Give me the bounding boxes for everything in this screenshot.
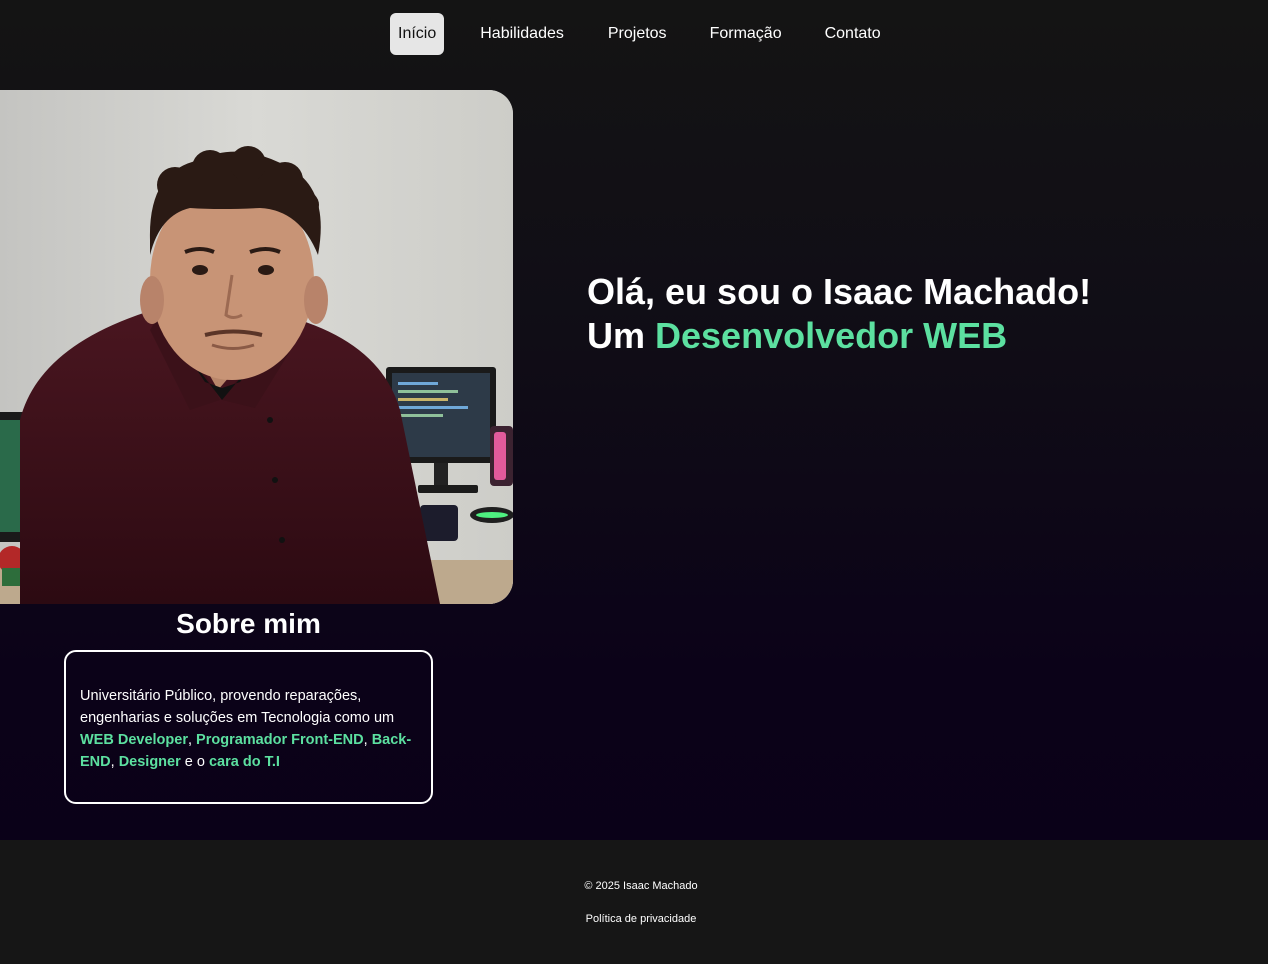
about-highlight-web-developer: WEB Developer <box>80 732 188 748</box>
nav-link-formacao[interactable]: Formação <box>703 13 789 55</box>
hero-role: Um Desenvolvedor WEB <box>587 314 1091 358</box>
about-card: Universitário Público, provendo reparaçõ… <box>64 650 433 804</box>
nav-link-contato[interactable]: Contato <box>818 13 888 55</box>
about-highlight-designer: Designer <box>118 754 181 770</box>
about-highlight-cara-do-ti: cara do T.I <box>208 754 280 770</box>
about-text: Universitário Público, provendo reparaçõ… <box>80 685 417 773</box>
nav-links: Início Habilidades Projetos Formação Con… <box>390 13 888 55</box>
about-separator: , <box>110 754 119 770</box>
hero-greeting: Olá, eu sou o Isaac Machado! <box>587 271 1092 312</box>
nav-link-projetos[interactable]: Projetos <box>601 13 674 55</box>
about-highlight-front-end: Programador Front-END <box>196 732 364 748</box>
page-footer <box>0 840 1268 964</box>
hero-role-accent: Desenvolvedor WEB <box>655 315 1008 356</box>
privacy-policy-link[interactable]: Política de privacidade <box>0 913 1268 925</box>
about-title: Sobre mim <box>176 608 321 639</box>
about-text-connector: e o <box>180 754 209 770</box>
about-separator: , <box>363 732 372 748</box>
about-text-intro: Universitário Público, provendo reparaçõ… <box>80 688 395 726</box>
nav-link-habilidades[interactable]: Habilidades <box>473 13 571 55</box>
nav-link-inicio[interactable]: Início <box>390 13 445 55</box>
hero-headline: Olá, eu sou o Isaac Machado! Um Desenvol… <box>587 270 1091 358</box>
about-separator: , <box>187 732 197 748</box>
hero-role-prefix: Um <box>587 315 656 356</box>
profile-photo <box>0 90 513 604</box>
top-navigation: Início Habilidades Projetos Formação Con… <box>0 0 1268 72</box>
footer-copyright: © 2025 Isaac Machado <box>584 880 698 892</box>
